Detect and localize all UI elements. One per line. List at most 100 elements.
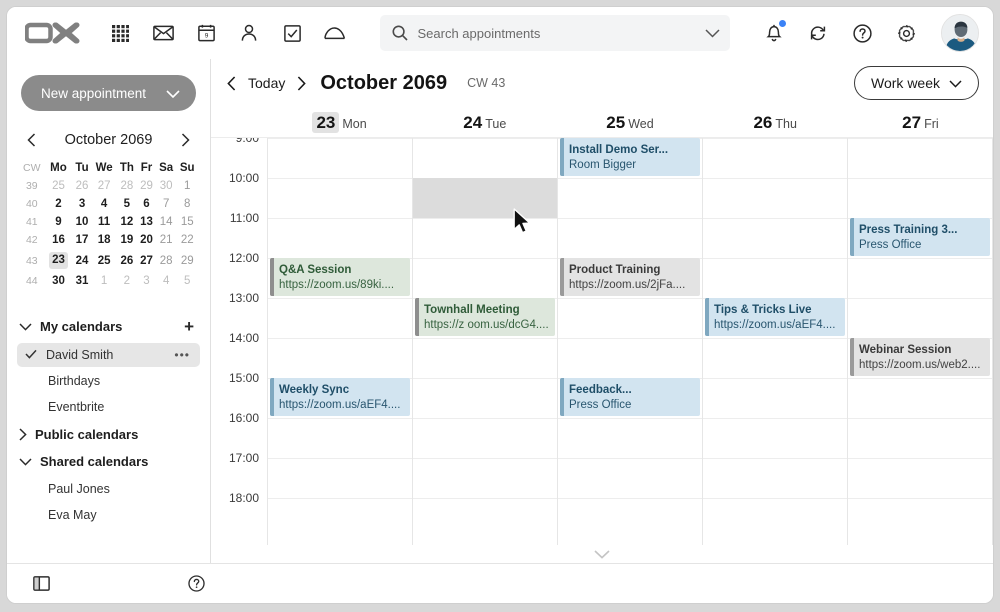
mini-calendar-day[interactable]: 8 [176,195,198,213]
mini-calendar-day[interactable]: 18 [92,231,117,249]
mini-calendar-next-icon[interactable] [177,131,194,149]
user-avatar[interactable] [941,14,979,52]
mini-calendar-day[interactable]: 19 [117,231,138,249]
day-header-wed[interactable]: 25 Wed [557,113,702,137]
calendar-event[interactable]: Townhall Meeting https://z oom.us/dcG4...… [415,298,555,336]
mini-calendar-day[interactable]: 9 [45,213,73,231]
mini-calendar-day[interactable]: 15 [176,213,198,231]
calendar-icon[interactable]: 9 [193,20,219,46]
mini-calendar-day[interactable]: 28 [156,249,177,272]
mini-calendar-day[interactable]: 10 [72,213,91,231]
calendar-item-menu-icon[interactable]: ••• [174,348,190,362]
calendar-item[interactable]: Paul Jones [17,477,200,501]
mini-calendar-day[interactable]: 27 [137,249,156,272]
mini-calendar-day[interactable]: 14 [156,213,177,231]
search-input[interactable] [417,25,695,41]
day-header-fri[interactable]: 27 Fri [848,113,993,137]
selected-time-slot[interactable] [413,178,557,218]
hour-gridline [848,458,992,459]
mini-calendar-day[interactable]: 11 [92,213,117,231]
mini-calendar-day[interactable]: 20 [137,231,156,249]
app-grid-icon[interactable] [107,20,133,46]
day-column-wed[interactable]: Install Demo Ser... Room Bigger Product Tr… [557,138,702,563]
mail-icon[interactable] [150,20,176,46]
mini-calendar-day[interactable]: 13 [137,213,156,231]
calendar-event[interactable]: Feedback... Press Office [560,378,700,416]
calendar-item[interactable]: Eva May [17,503,200,527]
calendar-item[interactable]: David Smith ••• [17,343,200,367]
mini-calendar-day[interactable]: 25 [92,249,117,272]
mini-calendar-day[interactable]: 31 [72,272,91,290]
notifications-bell-icon[interactable] [761,20,787,46]
mini-calendar-day[interactable]: 16 [45,231,73,249]
mini-calendar-day[interactable]: 29 [176,249,198,272]
mini-calendar-day[interactable]: 25 [45,177,73,195]
today-button[interactable]: Today [248,75,285,91]
calendar-item[interactable]: Eventbrite [17,395,200,419]
mini-calendar-day[interactable]: 17 [72,231,91,249]
mini-calendar-day[interactable]: 23 [45,249,73,272]
mini-calendar-day[interactable]: 5 [117,195,138,213]
add-calendar-icon[interactable]: + [184,318,194,335]
mini-calendar-day[interactable]: 6 [137,195,156,213]
toggle-sidebar-icon[interactable] [33,576,50,591]
day-column-fri[interactable]: Press Training 3... Press Office Webinar S… [847,138,993,563]
calendar-event[interactable]: Q&A Session https://zoom.us/89ki.... [270,258,410,296]
search-box[interactable] [379,15,730,51]
mini-calendar-day[interactable]: 2 [117,272,138,290]
mini-calendar-day[interactable]: 21 [156,231,177,249]
view-selector-button[interactable]: Work week [854,66,979,100]
calendar-item[interactable]: Birthdays [17,369,200,393]
mini-calendar-day[interactable]: 1 [92,272,117,290]
day-header-tue[interactable]: 24 Tue [412,113,557,137]
mini-calendar-day[interactable]: 1 [176,177,198,195]
mini-calendar-day[interactable]: 28 [117,177,138,195]
day-header-mon[interactable]: 23 Mon [267,112,412,137]
mini-calendar-day[interactable]: 30 [45,272,73,290]
mini-calendar-day[interactable]: 12 [117,213,138,231]
calendar-section-shared-calendars[interactable]: Shared calendars [7,448,210,475]
mini-calendar-day[interactable]: 5 [176,272,198,290]
drive-cloud-icon[interactable] [322,20,348,46]
mini-calendar-day[interactable]: 4 [156,272,177,290]
mini-calendar-day[interactable]: 30 [156,177,177,195]
bottom-help-icon[interactable] [188,575,205,592]
calendar-event[interactable]: Install Demo Ser... Room Bigger [560,138,700,176]
calendar-section-my-calendars[interactable]: My calendars + [7,312,210,341]
mini-calendar-prev-icon[interactable] [23,131,40,149]
mini-calendar-day[interactable]: 3 [137,272,156,290]
day-header-thu[interactable]: 26 Thu [703,113,848,137]
mini-calendar-day[interactable]: 24 [72,249,91,272]
mini-calendar-day[interactable]: 7 [156,195,177,213]
mini-calendar-day[interactable]: 22 [176,231,198,249]
event-title: Townhall Meeting [424,304,520,316]
mini-calendar-day[interactable]: 27 [92,177,117,195]
mini-calendar-day[interactable]: 26 [72,177,91,195]
calendar-event[interactable]: Product Training https://zoom.us/2jFa.... [560,258,700,296]
calendar-event[interactable]: Tips & Tricks Live https://zoom.us/aEF4..… [705,298,845,336]
calendar-event[interactable]: Webinar Session https://zoom.us/web2.... [850,338,990,376]
settings-gear-icon[interactable] [893,20,919,46]
tasks-icon[interactable] [279,20,305,46]
next-week-icon[interactable] [295,74,308,93]
new-appointment-button[interactable]: New appointment [21,75,196,111]
day-column-thu[interactable]: Tips & Tricks Live https://zoom.us/aEF4..… [702,138,847,563]
refresh-icon[interactable] [805,20,831,46]
search-dropdown-chevron-icon[interactable] [704,28,720,38]
calendar-section-public-calendars[interactable]: Public calendars [7,421,210,448]
mini-calendar-day[interactable]: 29 [137,177,156,195]
calendar-event[interactable]: Press Training 3... Press Office [850,218,990,256]
ox-logo[interactable] [25,22,81,44]
prev-week-icon[interactable] [225,74,238,93]
mini-calendar-day[interactable]: 4 [92,195,117,213]
mini-calendar-day[interactable]: 26 [117,249,138,272]
day-column-mon[interactable]: Q&A Session https://zoom.us/89ki.... Weekl… [267,138,412,563]
contacts-icon[interactable] [236,20,262,46]
event-subtitle: https://zoom.us/aEF4.... [279,399,401,412]
help-icon[interactable] [849,20,875,46]
calendar-event[interactable]: Weekly Sync https://zoom.us/aEF4.... [270,378,410,416]
show-more-chevron-icon[interactable] [211,545,993,563]
mini-calendar-day[interactable]: 2 [45,195,73,213]
day-column-tue[interactable]: Townhall Meeting https://z oom.us/dcG4...… [412,138,557,563]
mini-calendar-day[interactable]: 3 [72,195,91,213]
